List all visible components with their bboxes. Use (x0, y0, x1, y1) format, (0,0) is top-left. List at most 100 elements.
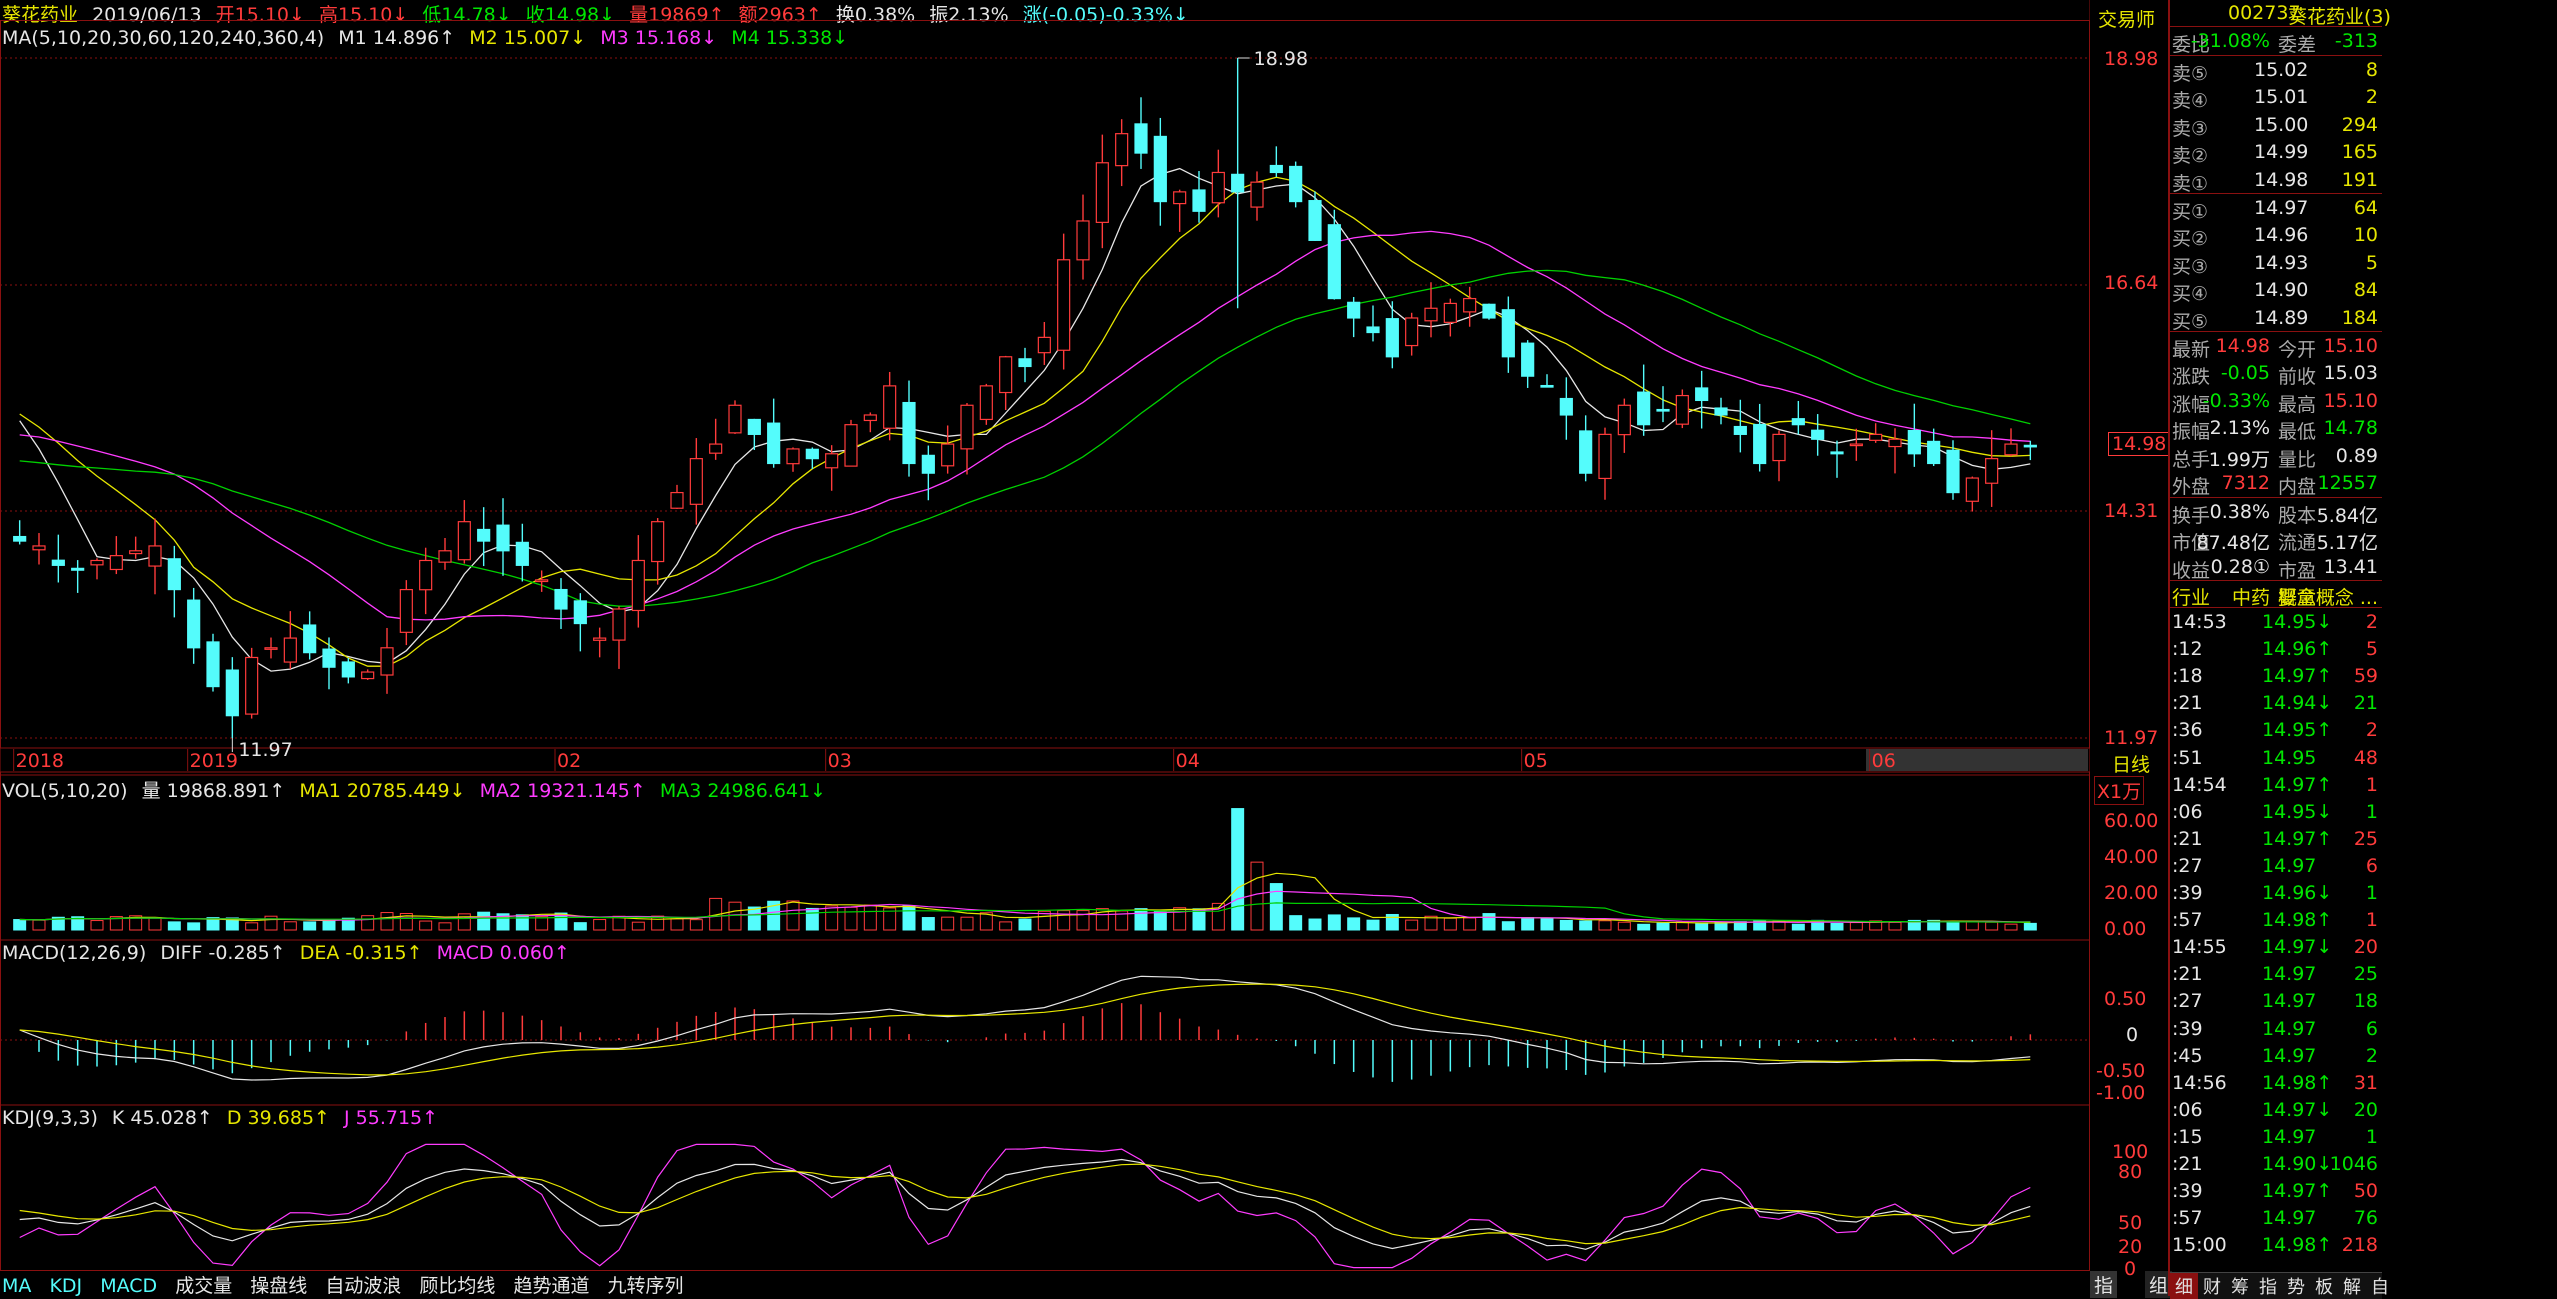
month-label: 06 (1872, 750, 1896, 772)
tick-price: 14.97 (2262, 1125, 2317, 1148)
candle-body (921, 454, 935, 474)
candle-body (477, 528, 491, 542)
ask-qty: 191 (2341, 168, 2378, 191)
candle-body (747, 418, 761, 435)
candle-body (2023, 444, 2037, 448)
tick-row: :39 14.97 6 (2170, 1016, 2382, 1043)
candle-body (689, 458, 703, 505)
tick-qty: 2 (2365, 719, 2378, 742)
bid-level: 买④ (2172, 283, 2209, 306)
candle-body (1366, 326, 1380, 334)
volume-bar (1946, 920, 1960, 931)
bid-qty: 64 (2353, 197, 2378, 219)
tool-trend-channel[interactable]: 趋势通道 (513, 1275, 589, 1297)
tab-finance[interactable]: 财 (2198, 1273, 2226, 1299)
candle-body (999, 356, 1013, 394)
candle-body (1405, 317, 1419, 347)
candle-body (187, 599, 201, 649)
tool-volume[interactable]: 成交量 (175, 1275, 232, 1297)
ma-line (19, 167, 2031, 672)
candle-body (71, 567, 85, 571)
volume-bar (1521, 917, 1535, 931)
tick-price: 14.95↑ (2262, 719, 2333, 742)
macd-tick-2: 0 (2126, 1024, 2139, 1046)
tab-indicator[interactable]: 指 (2254, 1273, 2282, 1299)
month-label: 2018 (16, 750, 64, 772)
candle-body (1617, 404, 1631, 436)
tab-custom[interactable]: 自 (2366, 1273, 2394, 1299)
tab-detail[interactable]: 细 (2170, 1273, 2198, 1299)
month-label: 03 (828, 750, 852, 772)
tick-time: :57 (2172, 1207, 2203, 1230)
ask-qty: 8 (2365, 59, 2378, 81)
j-line (19, 1143, 2031, 1269)
volume-bar (651, 915, 665, 931)
tick-time: :21 (2172, 827, 2203, 850)
volume-bar (1559, 919, 1573, 931)
tab-index[interactable]: 指 (2090, 1271, 2118, 1298)
candle-body (51, 559, 65, 566)
tool-gmma[interactable]: 顾比均线 (419, 1275, 495, 1297)
tick-price: 14.98↑ (2262, 1234, 2333, 1257)
weicha-label: 委差 (2278, 34, 2317, 56)
stat-label: 收益 (2172, 559, 2211, 582)
tool-td-sequence[interactable]: 九转序列 (608, 1275, 684, 1297)
stat-label: 内盘 (2278, 476, 2317, 498)
candle-body (496, 524, 510, 552)
volume-bar (477, 911, 491, 931)
industry-value[interactable]: 中药 (2232, 583, 2270, 610)
tick-row: :57 14.98↑ 1 (2170, 907, 2382, 934)
tool-ma[interactable]: MA (2, 1275, 31, 1297)
volume-bar (1308, 918, 1322, 931)
candle-body (554, 588, 568, 610)
trader-label[interactable]: 交易师 (2098, 5, 2155, 32)
tick-qty: 2 (2365, 1044, 2378, 1067)
candle-body (1250, 181, 1264, 208)
vol-ma3: MA3 24986.641↓ (659, 780, 827, 802)
tick-row: :27 14.97 18 (2170, 988, 2382, 1015)
tool-kdj[interactable]: KDJ (49, 1275, 82, 1297)
volume-bar (1540, 917, 1554, 931)
tab-analysis[interactable]: 解 (2338, 1273, 2366, 1299)
tool-operate-line[interactable]: 操盘线 (250, 1275, 307, 1297)
candle-body (535, 579, 549, 583)
tick-price: 14.97↑ (2262, 665, 2333, 688)
tick-price: 14.97↓ (2262, 1098, 2333, 1121)
candle-body (883, 385, 897, 429)
bid-level: 买⑤ (2172, 310, 2209, 333)
candle-body (960, 404, 974, 450)
macd-tick-4: -1.00 (2096, 1082, 2146, 1104)
ma-line (19, 176, 2031, 667)
tick-price: 14.97 (2262, 1044, 2317, 1067)
tab-chips[interactable]: 筹 (2226, 1273, 2254, 1299)
volume-bar (1463, 917, 1477, 931)
stat-value: 5.17亿 (2316, 532, 2378, 555)
tick-qty: 20 (2353, 1098, 2378, 1121)
stat-value: 0.28① (2210, 555, 2270, 578)
stat-value: 14.78 (2323, 417, 2378, 440)
tool-auto-wave[interactable]: 自动波浪 (325, 1275, 401, 1297)
candle-body (1946, 449, 1960, 494)
candle-body (651, 521, 665, 563)
tick-time: :06 (2172, 1098, 2203, 1121)
tool-macd[interactable]: MACD (100, 1275, 157, 1297)
tick-qty: 218 (2341, 1234, 2378, 1257)
date-bar-highlight (1866, 749, 2088, 771)
tab-sector[interactable]: 板 (2310, 1273, 2338, 1299)
candle-body (167, 558, 181, 591)
candle-body (1057, 259, 1071, 351)
ask-price: 15.02 (2254, 59, 2309, 81)
candle-body (303, 624, 317, 654)
candle-body (1830, 451, 1844, 455)
tab-trend[interactable]: 势 (2282, 1273, 2310, 1299)
stat-label: 流通 (2278, 532, 2317, 555)
kline-chart-area[interactable]: 2018 2019 02 03 04 05 06 18.98 11.97 (0, 0, 2090, 1296)
volume-bar (1134, 908, 1148, 931)
period-label[interactable]: 日线 (2112, 750, 2150, 777)
tick-row: :51 14.95 48 (2170, 745, 2382, 772)
candle-body (1482, 303, 1496, 319)
vol-tick-3: 20.00 (2104, 882, 2159, 904)
concept-value[interactable]: 婴童概念 ... (2278, 583, 2378, 610)
volume-bar (1617, 921, 1631, 931)
price-tick-2: 16.64 (2104, 272, 2159, 294)
